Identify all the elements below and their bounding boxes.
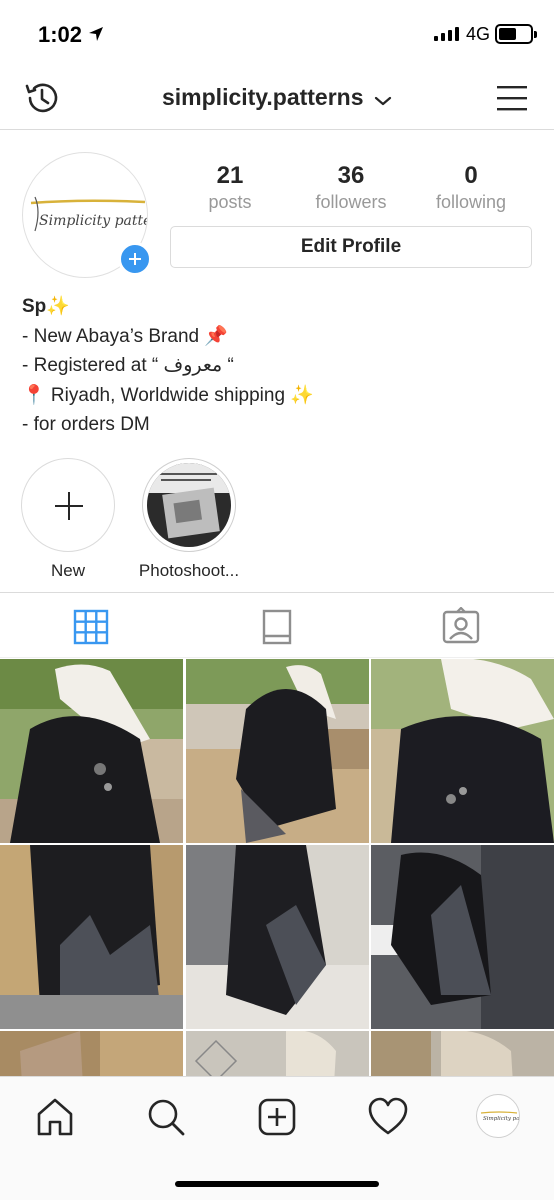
edit-profile-button[interactable]: Edit Profile: [170, 226, 532, 268]
highlight-circle[interactable]: [142, 458, 236, 552]
svg-text:Simplicity patterns: Simplicity patterns: [483, 1116, 520, 1122]
grid-photo[interactable]: [186, 659, 369, 843]
bio-name: Sp✨: [22, 296, 70, 317]
grid-photo[interactable]: [186, 845, 369, 1029]
chevron-down-icon[interactable]: [374, 95, 392, 107]
profile-tab-avatar[interactable]: Simplicity patterns: [476, 1094, 520, 1138]
followers-count: 36: [337, 162, 365, 189]
search-icon[interactable]: [144, 1095, 188, 1139]
posts-stat[interactable]: 21 posts: [170, 162, 290, 213]
add-post-icon[interactable]: [255, 1095, 299, 1139]
brand-logo-small: Simplicity patterns: [480, 1111, 520, 1122]
following-stat[interactable]: 0 following: [411, 162, 531, 213]
location-arrow-icon: [89, 27, 103, 41]
bio-line: - for orders DM: [22, 414, 150, 435]
new-highlight-circle[interactable]: [21, 458, 115, 552]
feed-view-icon[interactable]: [257, 607, 297, 647]
highlight-new[interactable]: New: [7, 458, 129, 581]
following-count: 0: [464, 162, 478, 189]
network-label: 4G: [466, 24, 491, 44]
followers-label: followers: [315, 192, 387, 212]
followers-stat[interactable]: 36 followers: [291, 162, 411, 213]
bio-line: - New Abaya’s Brand 📌: [22, 325, 229, 347]
home-icon[interactable]: [33, 1095, 77, 1139]
username[interactable]: simplicity.patterns: [162, 84, 364, 110]
profile-bio: Sp✨ - New Abaya’s Brand 📌 - Registered a…: [22, 292, 532, 440]
add-story-button[interactable]: [118, 242, 152, 276]
grid-view-icon[interactable]: [71, 607, 111, 647]
battery-fill: [499, 28, 516, 40]
highlight-photoshoot[interactable]: Photoshoot...: [128, 458, 250, 581]
svg-text:Simplicity patterns: Simplicity patterns: [39, 213, 148, 229]
bio-line: 📍 Riyadh, Worldwide shipping ✨: [22, 384, 314, 406]
grid-photo[interactable]: [0, 659, 183, 843]
grid-photo[interactable]: [371, 845, 554, 1029]
tagged-icon[interactable]: [441, 607, 481, 647]
highlight-label: Photoshoot...: [138, 561, 240, 580]
battery-icon: [495, 24, 537, 44]
bio-line: - Registered at “ معروف “: [22, 355, 234, 376]
following-label: following: [435, 192, 507, 212]
signal-icon: [434, 27, 459, 41]
grid-photo[interactable]: [371, 659, 554, 843]
menu-icon[interactable]: [496, 84, 528, 112]
profile-tabs: [0, 592, 554, 658]
profile-header: simplicity.patterns: [0, 66, 554, 130]
posts-count: 21: [216, 162, 244, 189]
username-switcher[interactable]: simplicity.patterns: [0, 84, 554, 111]
highlight-label: New: [50, 561, 85, 580]
heart-icon[interactable]: [366, 1095, 410, 1139]
status-time: 1:02: [38, 22, 83, 47]
posts-label: posts: [208, 192, 252, 212]
highlight-thumbnail: [147, 463, 231, 547]
grid-photo[interactable]: [0, 845, 183, 1029]
home-indicator: [175, 1181, 379, 1187]
status-bar: 1:02 4G: [0, 0, 554, 66]
